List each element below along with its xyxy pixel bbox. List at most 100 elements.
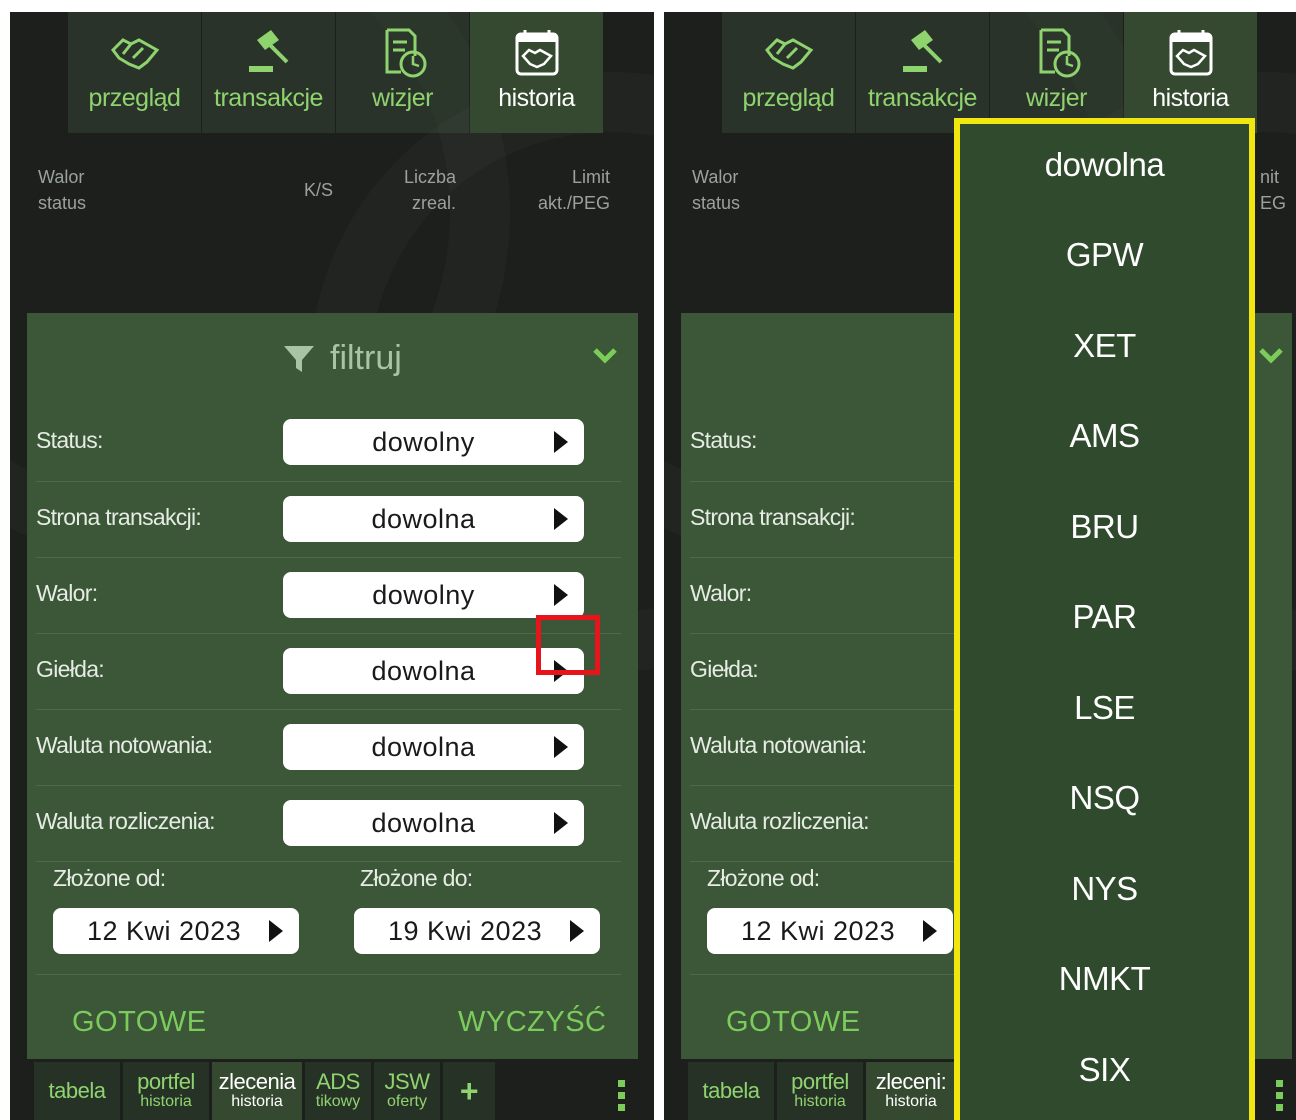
filter-header[interactable]: filtruj — [27, 313, 638, 405]
calendar-handshake-icon — [1165, 28, 1217, 78]
bottom-tab-zlecenia[interactable]: zlecenia historia — [212, 1062, 302, 1120]
tab-transakcje-label: transakcje — [868, 84, 977, 112]
status-select[interactable]: dowolny — [283, 419, 584, 465]
arrow-right-icon — [554, 584, 568, 606]
exchange-option[interactable]: NSQ — [960, 779, 1249, 817]
arrow-right-icon — [570, 920, 584, 942]
chevron-down-icon[interactable] — [1258, 347, 1284, 365]
column-header-liczba: Liczba zreal. — [404, 167, 457, 213]
divider — [36, 974, 621, 975]
filter-row-waluta-rozliczenia: Waluta rozliczenia: — [690, 785, 980, 861]
filter-row-gielda: Giełda: — [690, 633, 980, 709]
exchange-option[interactable]: dowolna — [960, 146, 1249, 184]
tab-wizjer[interactable]: wizjer — [990, 12, 1123, 133]
handshake-icon — [763, 28, 815, 78]
filter-row-walor: Walor: — [690, 557, 980, 633]
column-header-walor: Walor status — [38, 167, 87, 213]
filter-row-waluta-notowania: Waluta notowania: dowolna — [36, 709, 621, 785]
column-header-walor: Walor status — [692, 167, 741, 213]
date-from-label: Złożone od: — [707, 865, 820, 891]
settlement-currency-select[interactable]: dowolna — [283, 800, 584, 846]
tab-transakcje[interactable]: transakcje — [856, 12, 989, 133]
bottom-tab-portfel[interactable]: portfel historia — [123, 1062, 209, 1120]
filter-row-walor: Walor: dowolny — [36, 557, 621, 633]
date-from-button[interactable]: 12 Kwi 2023 — [707, 908, 953, 954]
exchange-option[interactable]: LSE — [960, 689, 1249, 727]
column-header-limit: Limit akt./PEG — [538, 167, 611, 213]
exchange-option[interactable]: AMS — [960, 417, 1249, 455]
bottom-tab-tabela[interactable]: tabela — [34, 1062, 120, 1120]
exchange-dropdown: dowolna GPW XET AMS BRU PAR LSE NSQ NYS … — [954, 118, 1255, 1120]
transaction-side-select[interactable]: dowolna — [283, 496, 584, 542]
tab-transakcje[interactable]: transakcje — [202, 12, 335, 133]
exchange-option[interactable]: NMKT — [960, 960, 1249, 998]
tab-przeglad[interactable]: przegląd — [722, 12, 855, 133]
top-tab-bar: przegląd transakcje wizjer historia — [68, 12, 604, 133]
divider — [36, 861, 621, 862]
bottom-tab-tabela[interactable]: tabela — [688, 1062, 774, 1120]
filter-row-strona: Strona transakcji: — [690, 481, 980, 557]
exchange-option[interactable]: GPW — [960, 236, 1249, 274]
tab-wizjer-label: wizjer — [372, 84, 433, 112]
done-button[interactable]: GOTOWE — [726, 1006, 861, 1039]
filter-row-waluta-notowania: Waluta notowania: — [690, 709, 980, 785]
tab-wizjer-label: wizjer — [1026, 84, 1087, 112]
calendar-handshake-icon — [511, 28, 563, 78]
instrument-select[interactable]: dowolny — [283, 572, 584, 618]
exchange-option[interactable]: XET — [960, 327, 1249, 365]
column-header-limit: nit EG — [1260, 167, 1287, 213]
gavel-icon — [897, 28, 949, 78]
filter-row-status: Status: — [690, 427, 757, 453]
done-button[interactable]: GOTOWE — [72, 1006, 207, 1039]
arrow-right-icon — [554, 508, 568, 530]
arrow-right-icon — [554, 736, 568, 758]
exchange-option[interactable]: BRU — [960, 508, 1249, 546]
app-screen-filter: przegląd transakcje wizjer historia Walo… — [10, 12, 654, 1120]
bottom-tab-ads[interactable]: ADS tikowy — [305, 1062, 371, 1120]
tab-historia[interactable]: historia — [1124, 12, 1257, 133]
tab-przeglad-label: przegląd — [742, 84, 835, 112]
filter-row-strona: Strona transakcji: dowolna — [36, 481, 621, 557]
date-to-label: Złożone do: — [360, 865, 473, 891]
tab-transakcje-label: transakcje — [214, 84, 323, 112]
clear-button[interactable]: WYCZYŚĆ — [458, 1006, 607, 1039]
arrow-right-icon — [554, 431, 568, 453]
filter-row-gielda: Giełda: dowolna — [36, 633, 621, 709]
add-tab-button[interactable]: + — [443, 1062, 495, 1120]
bottom-tab-bar: tabela portfel historia zlecenia historia … — [34, 1062, 498, 1120]
tab-historia[interactable]: historia — [470, 12, 603, 133]
more-menu-icon[interactable] — [1276, 1080, 1284, 1116]
divider — [690, 974, 980, 975]
top-tab-bar: przegląd transakcje wizjer historia — [722, 12, 1258, 133]
tab-historia-label: historia — [1152, 84, 1229, 112]
tab-wizjer[interactable]: wizjer — [336, 12, 469, 133]
exchange-option[interactable]: PAR — [960, 598, 1249, 636]
arrow-right-icon — [923, 920, 937, 942]
column-header-ks: K/S — [304, 180, 334, 200]
date-from-button[interactable]: 12 Kwi 2023 — [53, 908, 299, 954]
exchange-option[interactable]: NYS — [960, 870, 1249, 908]
bottom-tab-portfel[interactable]: portfel historia — [777, 1062, 863, 1120]
filter-row-waluta-rozliczenia: Waluta rozliczenia: dowolna — [36, 785, 621, 861]
filter-row-status: Status: dowolny — [36, 405, 621, 481]
quote-currency-select[interactable]: dowolna — [283, 724, 584, 770]
tab-przeglad-label: przegląd — [88, 84, 181, 112]
document-clock-icon — [377, 28, 429, 78]
bottom-tab-bar: tabela portfel historia zleceni: historia — [688, 1062, 959, 1120]
bottom-tab-jsw[interactable]: JSW oferty — [374, 1062, 440, 1120]
tab-przeglad[interactable]: przegląd — [68, 12, 201, 133]
more-menu-icon[interactable] — [618, 1080, 626, 1116]
handshake-icon — [109, 28, 161, 78]
gavel-icon — [243, 28, 295, 78]
arrow-right-icon — [554, 812, 568, 834]
date-to-button[interactable]: 19 Kwi 2023 — [354, 908, 600, 954]
arrow-right-icon — [269, 920, 283, 942]
chevron-down-icon[interactable] — [592, 347, 618, 365]
tab-historia-label: historia — [498, 84, 575, 112]
bottom-tab-zlecenia[interactable]: zleceni: historia — [866, 1062, 956, 1120]
exchange-option[interactable]: SIX — [960, 1051, 1249, 1089]
filter-title: filtruj — [330, 339, 402, 377]
highlight-exchange-arrow — [536, 615, 600, 675]
document-clock-icon — [1031, 28, 1083, 78]
divider — [690, 861, 980, 862]
